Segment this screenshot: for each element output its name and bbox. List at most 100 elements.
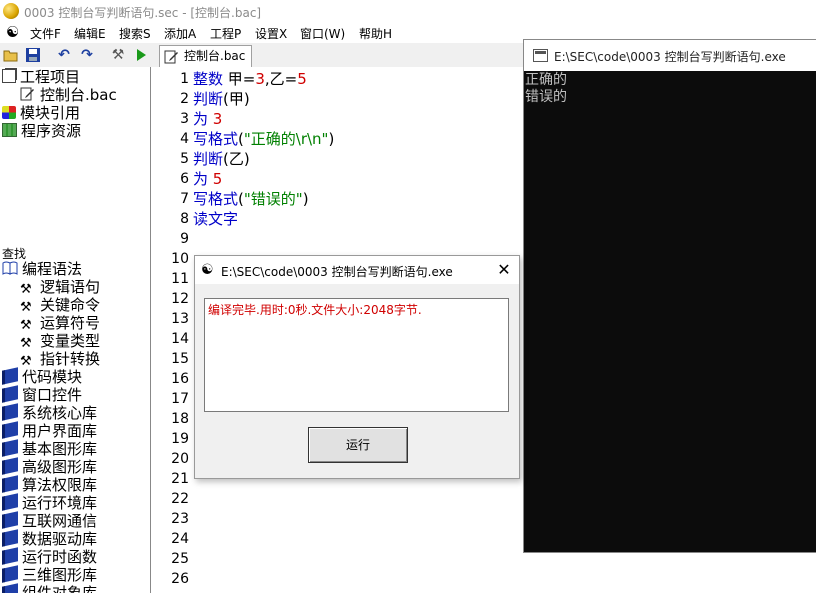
compile-dialog[interactable]: ☯ E:\SEC\code\0003 控制台写判断语句.exe ✕ 编译完毕.用… <box>194 255 520 479</box>
menu-window[interactable]: 窗口(W) <box>300 25 345 42</box>
line-number: 23 <box>171 511 189 527</box>
tree-syntax-item[interactable]: ⚒ 逻辑语句 <box>20 278 100 297</box>
menu-edit[interactable]: 编辑E <box>74 25 106 42</box>
console-title-bar[interactable]: E:\SEC\code\0003 控制台写判断语句.exe <box>524 40 816 71</box>
dialog-title-bar[interactable]: ☯ E:\SEC\code\0003 控制台写判断语句.exe ✕ <box>195 256 519 284</box>
line-number: 12 <box>171 291 189 307</box>
module-icon <box>2 106 16 119</box>
tree-library-item[interactable]: 窗口控件 <box>2 385 82 404</box>
line-number: 18 <box>171 411 189 427</box>
tree-library-item[interactable]: 运行环境库 <box>2 493 97 512</box>
tree-library-item[interactable]: 基本图形库 <box>2 439 97 458</box>
title-bar: 0003 控制台写判断语句.sec - [控制台.bac] <box>0 0 816 22</box>
line-number: 10 <box>171 251 189 267</box>
menu-search[interactable]: 搜索S <box>119 25 151 42</box>
open-folder-icon[interactable] <box>3 47 19 63</box>
console-window[interactable]: E:\SEC\code\0003 控制台写判断语句.exe 正确的 错误的 <box>523 39 816 553</box>
code-token: 为 <box>193 170 213 188</box>
code-line[interactable]: 判断(乙) <box>193 149 250 169</box>
compile-message-box[interactable]: 编译完毕.用时:0秒.文件大小:2048字节. <box>204 298 509 412</box>
tree-syntax-item[interactable]: ⚒ 变量类型 <box>20 332 100 351</box>
code-line[interactable]: 为 3 <box>193 109 222 129</box>
document-edit-icon <box>164 49 179 64</box>
book-icon <box>2 385 18 403</box>
code-line[interactable]: 整数 甲=3,乙=5 <box>193 69 307 89</box>
code-token: 3 <box>255 70 265 88</box>
code-line[interactable]: 写格式("错误的") <box>193 189 309 209</box>
tree-library-item[interactable]: 运行时函数 <box>2 547 97 566</box>
code-line[interactable]: 判断(甲) <box>193 89 250 109</box>
yin-yang-icon[interactable]: ☯ <box>6 24 19 40</box>
book-icon <box>2 421 18 439</box>
tree-library-item[interactable]: 代码模块 <box>2 367 82 386</box>
menu-help[interactable]: 帮助H <box>359 25 392 42</box>
tree-library-item[interactable]: 组件对象库 <box>2 583 97 593</box>
code-token: ) <box>328 130 335 148</box>
close-icon[interactable]: ✕ <box>489 256 519 284</box>
tab-console-bac[interactable]: 控制台.bac <box>159 45 253 68</box>
line-number: 5 <box>180 151 189 167</box>
redo-icon[interactable]: ↷ <box>79 47 95 63</box>
line-number: 8 <box>180 211 189 227</box>
code-line[interactable]: 写格式("正确的\r\n") <box>193 129 334 149</box>
tree-library-item[interactable]: 系统核心库 <box>2 403 97 422</box>
run-button[interactable]: 运行 <box>308 427 408 463</box>
console-output[interactable]: 正确的 错误的 <box>524 71 816 552</box>
tree-library-item[interactable]: 用户界面库 <box>2 421 97 440</box>
tree-library-item[interactable]: 高级图形库 <box>2 457 97 476</box>
code-line[interactable]: 读文字 <box>193 209 238 229</box>
console-title: E:\SEC\code\0003 控制台写判断语句.exe <box>554 50 786 64</box>
line-number: 22 <box>171 491 189 507</box>
code-token: ) <box>302 190 309 208</box>
line-number: 4 <box>180 131 189 147</box>
run-icon[interactable] <box>133 47 149 63</box>
window-title: 0003 控制台写判断语句.sec - [控制台.bac] <box>24 6 262 20</box>
line-number: 11 <box>171 271 189 287</box>
line-number: 9 <box>180 231 189 247</box>
undo-icon[interactable]: ↶ <box>56 47 72 63</box>
tree-library-item[interactable]: 数据驱动库 <box>2 529 97 548</box>
book-icon <box>2 583 18 593</box>
tree-syntax-item[interactable]: ⚒ 关键命令 <box>20 296 100 315</box>
line-number: 3 <box>180 111 189 127</box>
code-line[interactable]: 为 5 <box>193 169 222 189</box>
tree-syntax-root[interactable]: 编程语法 <box>2 260 82 278</box>
line-number: 26 <box>171 571 189 587</box>
line-number: 25 <box>171 551 189 567</box>
tree-library-item[interactable]: 算法权限库 <box>2 475 97 494</box>
tree-syntax-item[interactable]: ⚒ 运算符号 <box>20 314 100 333</box>
tree-library-item[interactable]: 互联网通信 <box>2 511 97 530</box>
console-line: 错误的 <box>525 89 567 105</box>
code-token: (甲) <box>223 90 250 108</box>
menu-add[interactable]: 添加A <box>164 25 196 42</box>
tool-icon: ⚒ <box>20 300 32 315</box>
tree-library-item[interactable]: 三维图形库 <box>2 565 97 584</box>
line-number: 7 <box>180 191 189 207</box>
tool-icon: ⚒ <box>20 282 32 297</box>
tool-icon: ⚒ <box>20 336 32 351</box>
line-number: 14 <box>171 331 189 347</box>
menu-file[interactable]: 文件F <box>30 25 61 42</box>
save-icon[interactable] <box>25 47 41 63</box>
dialog-title: E:\SEC\code\0003 控制台写判断语句.exe <box>221 265 453 279</box>
code-token: 甲= <box>227 70 256 88</box>
menu-settings[interactable]: 设置X <box>255 25 287 42</box>
tools-icon[interactable]: ⚒ <box>110 47 126 63</box>
resources-icon <box>2 123 17 137</box>
yin-yang-icon: ☯ <box>201 262 214 278</box>
code-token: 判断 <box>193 90 224 108</box>
book-icon <box>2 529 18 547</box>
tree-project-root[interactable]: 工程项目 <box>2 68 80 86</box>
code-token: 整数 <box>193 70 228 88</box>
tab-label: 控制台.bac <box>184 49 246 63</box>
code-token: 写格式 <box>193 130 239 148</box>
tree-file-item[interactable]: 控制台.bac <box>20 86 117 104</box>
book-icon <box>2 367 18 385</box>
tree-syntax-item[interactable]: ⚒ 指针转换 <box>20 350 100 369</box>
code-token: "错误的" <box>243 190 303 208</box>
code-token: ,乙= <box>264 70 298 88</box>
menu-project[interactable]: 工程P <box>210 25 241 42</box>
tree-program-resources[interactable]: 程序资源 <box>2 122 81 140</box>
book-icon <box>2 493 18 511</box>
tree-module-refs[interactable]: 模块引用 <box>2 104 80 122</box>
